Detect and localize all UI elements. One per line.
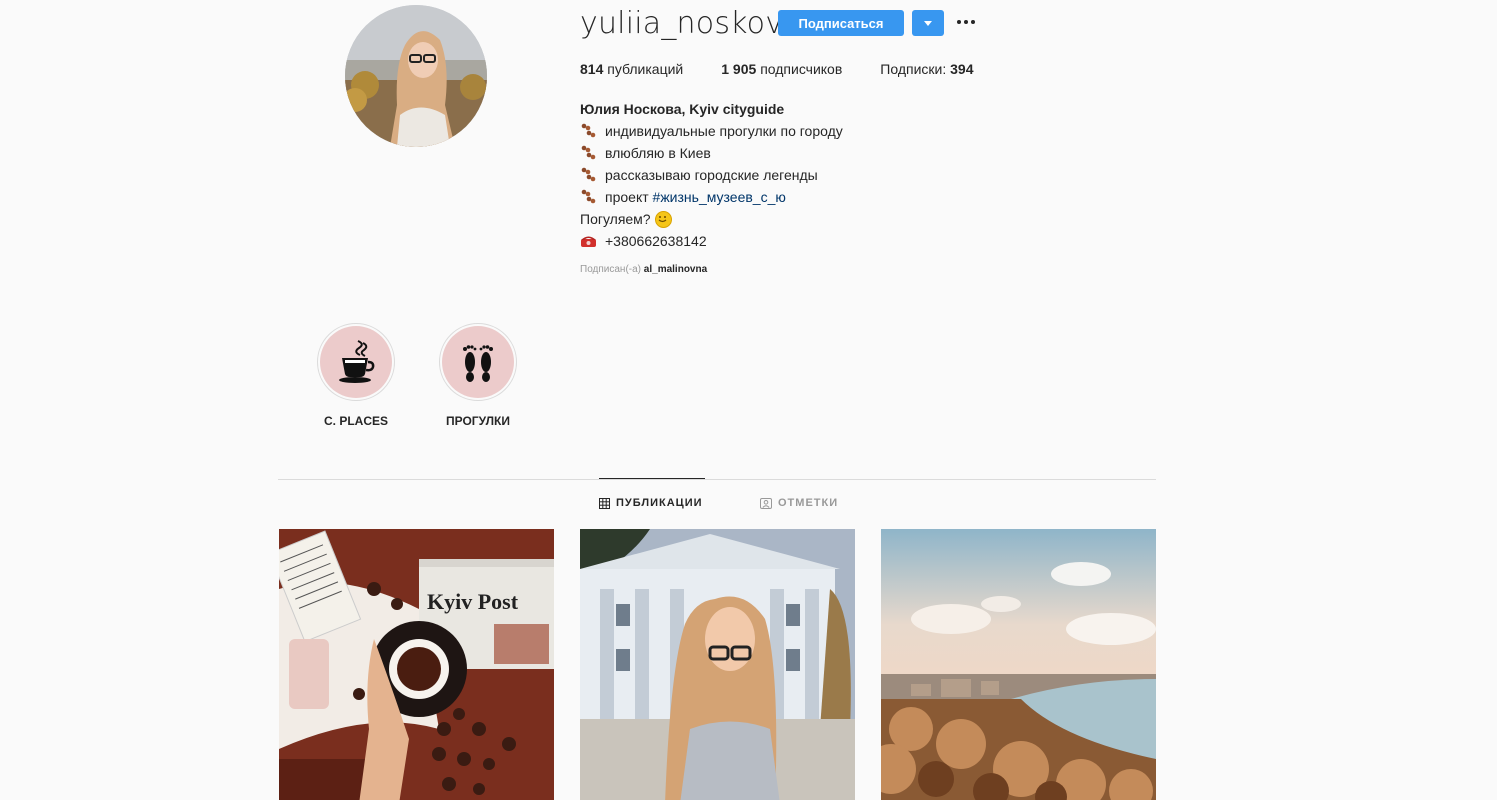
tab-label: ОТМЕТКИ [778, 497, 839, 509]
bio-line-text: рассказываю городские легенды [605, 167, 818, 183]
avatar-photo [345, 5, 487, 147]
following-link[interactable]: Подписки: 394 [880, 61, 973, 77]
post-image-coffee-flatlay: Kyiv Post [279, 529, 554, 800]
bio-line-text: индивидуальные прогулки по городу [605, 123, 843, 139]
highlight-ring [439, 323, 517, 401]
telephone-icon [581, 236, 596, 247]
highlight-cover [442, 326, 514, 398]
grid-icon [599, 497, 610, 509]
followed-by: Подписан(-а) al_malinovna [580, 264, 707, 275]
profile-full-name: Юлия Носкова, Kyiv cityguide [580, 101, 785, 117]
bio-phone: +380662638142 [605, 233, 707, 249]
bio-line: Погуляем? [580, 208, 1000, 230]
chevron-down-icon [924, 20, 932, 26]
more-dot-icon [971, 20, 975, 24]
post-image-portrait-building [580, 529, 855, 800]
paw-prints-icon [581, 145, 596, 160]
paw-prints-icon [581, 123, 596, 138]
highlight-progulki[interactable]: ПРОГУЛКИ [423, 323, 533, 428]
followers-count-value: 1 905 [721, 61, 757, 77]
followers-link[interactable]: 1 905 подписчиков [721, 61, 842, 77]
highlight-c-places[interactable]: C. PLACES [301, 323, 411, 428]
bio-line: проект #жизнь_музеев_с_ю [580, 186, 1000, 208]
posts-count-label: публикаций [607, 61, 684, 77]
followed-by-user-link[interactable]: al_malinovna [644, 264, 707, 275]
highlight-label: C. PLACES [323, 414, 388, 428]
more-dot-icon [964, 20, 968, 24]
followers-count-label: подписчиков [760, 61, 843, 77]
post-image-city-river-view [881, 529, 1156, 800]
paw-prints-icon [581, 189, 596, 204]
follow-button[interactable]: Подписаться [778, 10, 904, 36]
more-dot-icon [957, 20, 961, 24]
bio-line: +380662638142 [580, 230, 1000, 252]
bio-line: индивидуальные прогулки по городу [580, 120, 1000, 142]
post-thumbnail[interactable] [580, 529, 855, 800]
following-count-value: 394 [950, 61, 974, 77]
bio-project-prefix: проект [605, 189, 653, 205]
smiling-face-icon [654, 210, 672, 228]
posts-count-value: 814 [580, 61, 604, 77]
tab-posts[interactable]: ПУБЛИКАЦИИ [599, 497, 703, 509]
highlight-cover [320, 326, 392, 398]
profile-stats: 814 публикаций 1 905 подписчиков Подписк… [580, 61, 1011, 77]
tab-tagged[interactable]: ОТМЕТКИ [760, 497, 838, 509]
profile-page: yuliia_noskova Подписаться 814 публикаци… [0, 0, 1497, 800]
profile-bio: Юлия Носкова, Kyiv cityguide индивидуаль… [580, 98, 1000, 252]
post-thumbnail[interactable] [881, 529, 1156, 800]
highlight-label: ПРОГУЛКИ [446, 414, 510, 428]
followed-by-label: Подписан(-а) [580, 264, 642, 275]
paw-prints-icon [581, 167, 596, 182]
more-options-button[interactable] [956, 12, 976, 32]
tab-label: ПУБЛИКАЦИИ [616, 497, 703, 509]
highlight-ring [317, 323, 395, 401]
profile-avatar[interactable] [345, 5, 487, 147]
bio-line-text: влюбляю в Киев [605, 145, 711, 161]
posts-count: 814 публикаций [580, 61, 683, 77]
bio-walk-question: Погуляем? [580, 211, 651, 227]
hashtag-link[interactable]: #жизнь_музеев_с_ю [653, 186, 786, 208]
coffee-cup-icon [339, 340, 375, 383]
footprints-icon [463, 345, 493, 382]
profile-username: yuliia_noskova [580, 6, 802, 41]
bio-line: рассказываю городские легенды [580, 164, 1000, 186]
tag-user-icon [760, 497, 772, 509]
following-count-label: Подписки: [880, 61, 947, 77]
bio-line: влюбляю в Киев [580, 142, 1000, 164]
post-thumbnail[interactable]: Kyiv Post [279, 529, 554, 800]
tabs-divider [278, 479, 1156, 480]
suggestions-dropdown-button[interactable] [912, 10, 944, 36]
active-tab-indicator [599, 478, 705, 479]
post-newspaper-title: Kyiv Post [427, 589, 519, 614]
